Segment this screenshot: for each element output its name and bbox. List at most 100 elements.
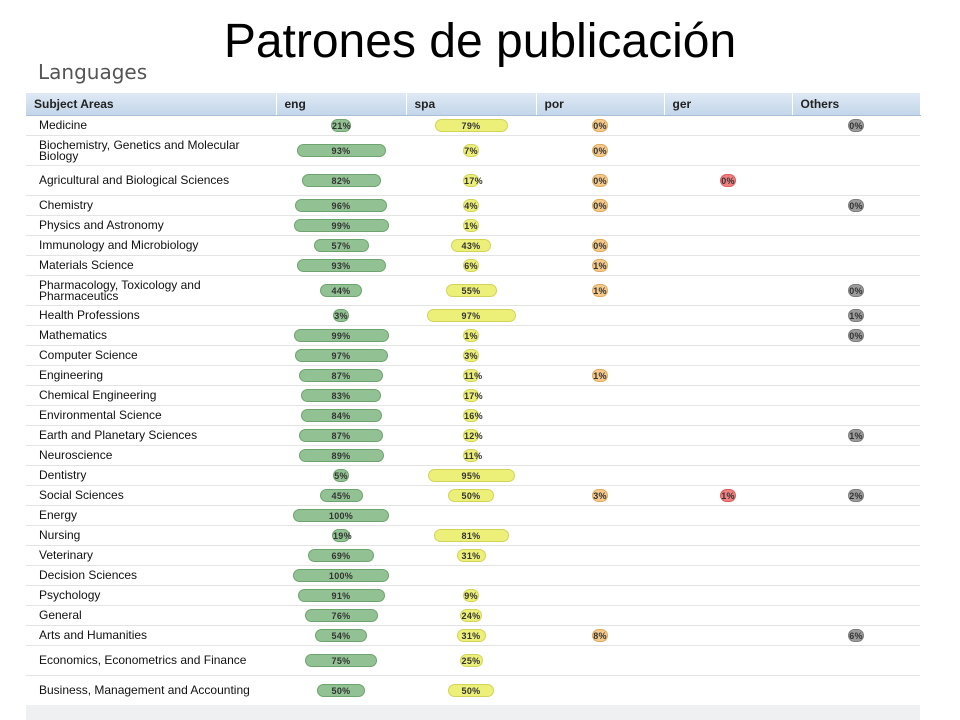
cell-eng: 100% [276, 505, 406, 526]
table-row: Psychology 91% 9% [26, 585, 920, 606]
table-row: Environmental Science 84% 16% [26, 405, 920, 426]
cell-ger [664, 675, 792, 706]
header-spa[interactable]: spa [406, 93, 537, 116]
cell-por: 3% [536, 485, 664, 506]
spa-share-bar: 25% [459, 654, 483, 667]
cell-por [536, 425, 664, 446]
cell-eng: 84% [276, 405, 406, 426]
cell-por [536, 305, 664, 326]
subject-area-name: Social Sciences [26, 485, 276, 506]
eng-share-bar: 91% [297, 589, 385, 602]
table-row: Chemical Engineering 83% 17% [26, 385, 920, 406]
subject-area-name: Biochemistry, Genetics and Molecular Bio… [26, 135, 276, 166]
cell-spa: 16% [406, 405, 536, 426]
cell-spa [406, 505, 536, 526]
subject-area-name: Veterinary [26, 545, 276, 566]
cell-por: 0% [536, 135, 664, 166]
spa-share-bar: 31% [456, 629, 486, 642]
cell-oth [792, 675, 920, 706]
cell-spa: 3% [406, 345, 536, 366]
eng-share-bar: 84% [300, 409, 382, 422]
table-row: Health Professions 3% 97% 1% [26, 305, 920, 326]
eng-share-bar: 93% [296, 144, 386, 157]
oth-share-bar: 0% [848, 119, 864, 132]
cell-ger [664, 465, 792, 486]
cell-eng: 82% [276, 165, 406, 196]
table-row: Arts and Humanities 54% 31% 8% 6% [26, 625, 920, 646]
subject-area-name: Physics and Astronomy [26, 215, 276, 236]
cell-ger [664, 625, 792, 646]
cell-eng: 91% [276, 585, 406, 606]
subject-area-name: Medicine [26, 115, 276, 136]
cell-spa: 79% [406, 115, 536, 136]
por-share-bar: 1% [592, 369, 608, 382]
cell-oth: 0% [792, 275, 920, 306]
table-row: Agricultural and Biological Sciences 82% 1… [26, 165, 920, 196]
table-row: Business, Management and Accounting 50% 50… [26, 675, 920, 706]
cell-oth [792, 365, 920, 386]
cell-eng: 69% [276, 545, 406, 566]
cell-ger [664, 445, 792, 466]
spa-share-bar: 7% [463, 144, 479, 157]
cell-eng: 44% [276, 275, 406, 306]
cell-por [536, 405, 664, 426]
cell-eng: 97% [276, 345, 406, 366]
eng-share-bar: 69% [308, 549, 374, 562]
header-por[interactable]: por [536, 93, 665, 116]
cell-ger [664, 585, 792, 606]
subject-area-name: General [26, 605, 276, 626]
eng-share-bar: 89% [298, 449, 384, 462]
cell-por [536, 585, 664, 606]
spa-share-bar: 50% [448, 684, 494, 697]
ger-share-bar: 0% [720, 174, 736, 187]
cell-por [536, 345, 664, 366]
header-ger[interactable]: ger [664, 93, 793, 116]
subject-area-name: Immunology and Microbiology [26, 235, 276, 256]
cell-eng: 89% [276, 445, 406, 466]
eng-share-bar: 44% [320, 284, 362, 297]
cell-eng: 50% [276, 675, 406, 706]
languages-table-panel: Subject Areas eng spa por ger Others Med… [26, 93, 921, 706]
cell-por: 8% [536, 625, 664, 646]
spa-share-bar: 16% [463, 409, 483, 422]
cell-oth: 0% [792, 195, 920, 216]
table-row: Economics, Econometrics and Finance 75% 25… [26, 645, 920, 676]
eng-share-bar: 57% [313, 239, 369, 252]
cell-ger [664, 255, 792, 276]
cell-oth [792, 385, 920, 406]
cell-oth: 0% [792, 115, 920, 136]
header-eng[interactable]: eng [276, 93, 407, 116]
oth-share-bar: 0% [848, 199, 864, 212]
header-subject-areas[interactable]: Subject Areas [26, 93, 277, 116]
cell-eng: 45% [276, 485, 406, 506]
cell-oth [792, 255, 920, 276]
cell-ger [664, 425, 792, 446]
header-others[interactable]: Others [792, 93, 921, 116]
cell-spa: 43% [406, 235, 536, 256]
cell-eng: 75% [276, 645, 406, 676]
eng-share-bar: 100% [293, 569, 389, 582]
table-body: Medicine 21% 79% 0% 0% Biochemistry, Genetics… [26, 115, 920, 706]
eng-share-bar: 75% [305, 654, 377, 667]
por-share-bar: 0% [592, 174, 608, 187]
cell-ger [664, 325, 792, 346]
spa-share-bar: 6% [463, 259, 479, 272]
table-row: Social Sciences 45% 50% 3% 1% 2% [26, 485, 920, 506]
cell-ger [664, 195, 792, 216]
cell-por: 0% [536, 235, 664, 256]
cell-eng: 76% [276, 605, 406, 626]
cell-oth [792, 565, 920, 586]
cell-por [536, 325, 664, 346]
table-row: Immunology and Microbiology 57% 43% 0% [26, 235, 920, 256]
spa-share-bar: 95% [427, 469, 515, 482]
cell-por [536, 465, 664, 486]
cell-oth: 2% [792, 485, 920, 506]
cell-ger: 1% [664, 485, 792, 506]
cell-ger [664, 345, 792, 366]
cell-ger [664, 235, 792, 256]
cell-spa: 50% [406, 675, 536, 706]
cell-por [536, 445, 664, 466]
table-row: Engineering 87% 11% 1% [26, 365, 920, 386]
cell-spa: 7% [406, 135, 536, 166]
eng-share-bar: 50% [317, 684, 365, 697]
